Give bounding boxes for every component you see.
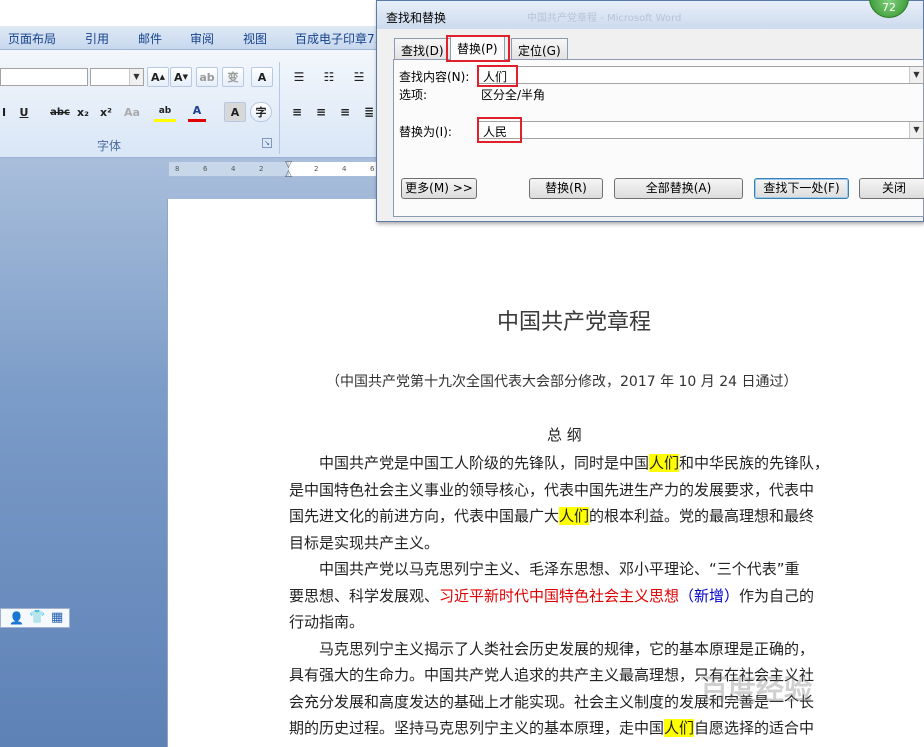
grow-font-icon[interactable]: A ▲: [147, 67, 169, 87]
ruler-tick: 8: [175, 165, 180, 173]
text-run: 是中国特色社会主义事业的领导核心，代表中国先进生产力的发展要求，代表中: [289, 480, 815, 499]
paragraph-line: 中国共产党以马克思列宁主义、毛泽东思想、邓小平理论、“三个代表”重: [289, 558, 800, 579]
highlighted-match: 人们: [649, 454, 680, 472]
text-run: 中国共产党是中国工人阶级的先锋队，同时是中国: [289, 454, 650, 472]
ruler-tick: 4: [342, 165, 347, 173]
ribbon-tab-e-seal[interactable]: 百成电子印章7.: [295, 30, 378, 47]
text-run: 要思想、科学发展观、: [289, 586, 440, 605]
text-run: 自愿选择的适合中: [694, 719, 815, 737]
clear-format-icon[interactable]: ab: [196, 67, 218, 87]
replace-all-button[interactable]: 全部替换(A): [614, 178, 743, 199]
bullet-list-icon[interactable]: ☰: [287, 67, 311, 87]
align-center-icon[interactable]: ≡: [311, 102, 331, 122]
close-button[interactable]: 关闭: [859, 178, 924, 199]
char-border-icon[interactable]: A: [251, 67, 273, 87]
find-what-label: 查找内容(N):: [399, 70, 470, 84]
shrink-font-icon[interactable]: A ▼: [170, 67, 192, 87]
replace-with-value: 人民: [483, 125, 508, 139]
align-left-icon[interactable]: ≡: [287, 102, 307, 122]
section-heading: 总 纲: [547, 426, 582, 444]
text-run: 马克思列宁主义揭示了人类社会历史发展的规律，它的基本原理是正确的，: [289, 639, 815, 658]
ribbon-tab-references[interactable]: 引用: [85, 30, 109, 47]
ruler-margin: [169, 162, 289, 176]
char-shading-icon[interactable]: A: [224, 102, 246, 122]
paragraph-line: 行动指南。: [289, 611, 364, 632]
text-run: 行动指南。: [289, 613, 365, 631]
paragraph-line: 国先进文化的前进方向，代表中国最广大人们的根本利益。党的最高理想和最终: [289, 505, 814, 526]
ribbon-tab-view[interactable]: 视图: [243, 30, 267, 47]
more-button[interactable]: 更多(M) >>: [401, 178, 477, 199]
find-next-button[interactable]: 查找下一处(F): [754, 178, 849, 199]
dialog-launcher-icon[interactable]: ↘: [262, 138, 272, 148]
dialog-title: 查找和替换: [386, 11, 447, 25]
chevron-down-icon[interactable]: ▼: [909, 67, 923, 83]
ruler-tick: 6: [203, 165, 208, 173]
text-run: 和中华民族的先锋队，: [679, 454, 830, 472]
text-run: （新增）: [679, 586, 740, 605]
multilevel-list-icon[interactable]: ☱: [347, 67, 371, 87]
watermark: 百度经验: [700, 673, 813, 706]
horizontal-ruler[interactable]: 8 6 4 2 2 4 6 ▽ △: [168, 160, 388, 179]
user-icon[interactable]: 👤: [9, 611, 24, 625]
replace-with-label: 替换为(I):: [399, 125, 452, 139]
text-run: 的根本利益。党的最高理想和最终: [589, 507, 815, 525]
ribbon-tab-review[interactable]: 审阅: [190, 30, 214, 47]
background-window-title: 中国共产党章程 - Microsoft Word: [527, 13, 682, 24]
find-what-value: 人们: [483, 70, 508, 84]
highlight-icon[interactable]: ab: [154, 102, 176, 122]
replace-with-input[interactable]: 人民 ▼: [477, 121, 924, 139]
phonetic-guide-icon[interactable]: 变: [222, 67, 244, 87]
find-what-input[interactable]: 人们 ▼: [477, 66, 924, 84]
enclose-char-icon[interactable]: 字: [250, 102, 272, 122]
options-value: 区分全/半角: [481, 88, 546, 102]
subscript-icon[interactable]: x₂: [75, 102, 91, 122]
tab-goto[interactable]: 定位(G): [511, 38, 568, 59]
text-run: 作为自己的: [739, 586, 815, 605]
numbered-list-icon[interactable]: ☷: [317, 67, 341, 87]
document-subtitle: （中国共产党第十九次全国代表大会部分修改，2017 年 10 月 24 日通过）: [326, 374, 798, 390]
text-run: 国先进文化的前进方向，代表中国最广大: [289, 507, 560, 525]
strikethrough-icon[interactable]: abc: [48, 102, 72, 122]
paragraph-line: 期的历史过程。坚持马克思列宁主义的基本原理，走中国人们自愿选择的适合中: [289, 717, 814, 738]
text-run: 中国共产党以马克思列宁主义、毛泽东思想、邓小平理论、“三个代表”重: [289, 560, 800, 578]
options-label: 选项:: [399, 88, 428, 102]
paragraph-line: 中国共产党是中国工人阶级的先锋队，同时是中国人们和中华民族的先锋队，: [289, 452, 829, 473]
font-color-icon[interactable]: A: [188, 102, 206, 122]
ruler-tick: 2: [314, 165, 319, 173]
paragraph-line: 是中国特色社会主义事业的领导核心，代表中国先进生产力的发展要求，代表中: [289, 479, 814, 500]
font-group-label: 字体: [97, 139, 122, 153]
ruler-tick: 4: [231, 165, 236, 173]
text-run: 目标是实现共产主义。: [289, 533, 440, 552]
ribbon-tab-page-layout[interactable]: 页面布局: [8, 30, 56, 47]
chevron-down-icon[interactable]: ▼: [909, 122, 923, 138]
font-size-combo[interactable]: ▼: [90, 68, 144, 86]
text-run: 期的历史过程。坚持马克思列宁主义的基本原理，走中国: [289, 719, 665, 737]
font-name-combo[interactable]: [0, 68, 88, 86]
tab-replace[interactable]: 替换(P): [450, 36, 505, 60]
group-divider: [279, 62, 280, 154]
grid-icon[interactable]: ▦: [51, 610, 63, 625]
replace-button[interactable]: 替换(R): [529, 178, 603, 199]
italic-icon[interactable]: I: [0, 102, 8, 122]
align-right-icon[interactable]: ≡: [335, 102, 355, 122]
floating-toolbar: 👤 👕 ▦: [0, 608, 70, 628]
shirt-icon[interactable]: 👕: [29, 610, 45, 625]
highlighted-match: 人们: [664, 719, 695, 737]
ruler-tick: 2: [259, 165, 264, 173]
change-case-icon[interactable]: Aa: [121, 102, 143, 122]
ribbon-tab-mailings[interactable]: 邮件: [138, 30, 162, 47]
ruler-tick: 6: [370, 165, 375, 173]
paragraph-line: 要思想、科学发展观、习近平新时代中国特色社会主义思想（新增）作为自己的: [289, 585, 814, 606]
document-title: 中国共产党章程: [497, 310, 652, 335]
dialog-titlebar[interactable]: 查找和替换 中国共产党章程 - Microsoft Word: [377, 1, 923, 29]
tab-find[interactable]: 查找(D): [394, 38, 451, 59]
indent-marker-icon[interactable]: △: [285, 169, 292, 179]
chevron-down-icon[interactable]: ▼: [129, 69, 143, 85]
text-run: 习近平新时代中国特色社会主义思想: [439, 586, 680, 605]
underline-icon[interactable]: U: [15, 102, 33, 122]
paragraph-line: 目标是实现共产主义。: [289, 532, 439, 553]
superscript-icon[interactable]: x²: [98, 102, 114, 122]
highlighted-match: 人们: [559, 507, 590, 525]
paragraph-line: 马克思列宁主义揭示了人类社会历史发展的规律，它的基本原理是正确的，: [289, 638, 814, 659]
